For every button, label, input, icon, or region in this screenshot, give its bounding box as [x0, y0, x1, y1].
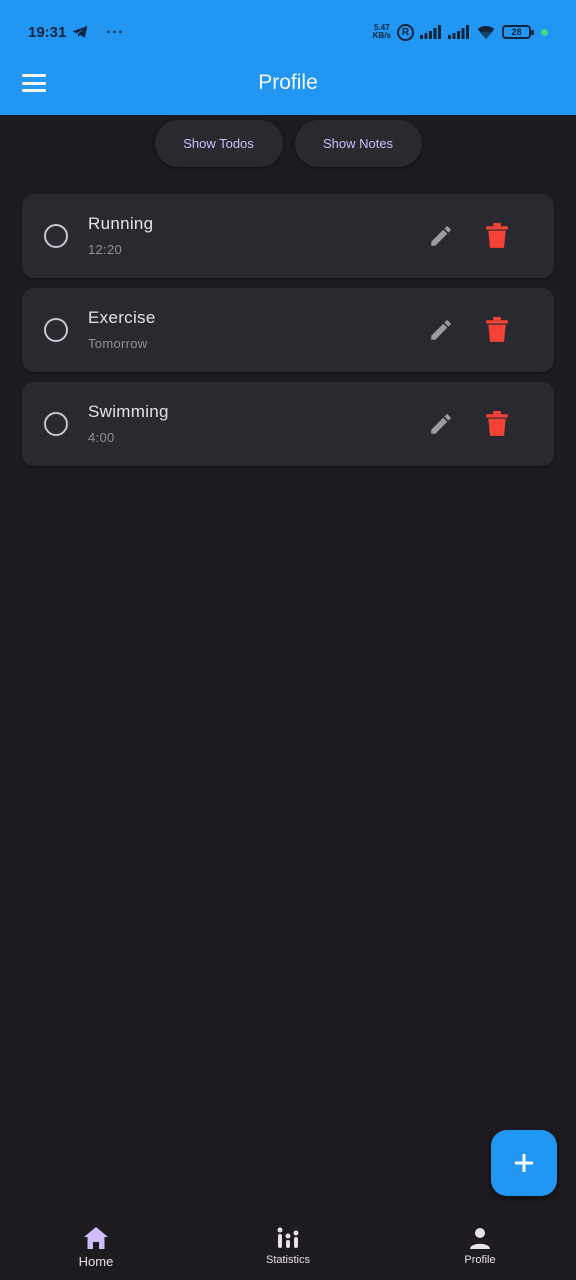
delete-icon[interactable] — [486, 411, 508, 437]
delete-icon[interactable] — [486, 317, 508, 343]
filter-row: Show Todos Show Notes — [0, 120, 576, 167]
nav-statistics[interactable]: Statistics — [192, 1210, 384, 1280]
statistics-icon — [277, 1227, 299, 1248]
edit-icon[interactable] — [428, 411, 454, 437]
edit-icon[interactable] — [428, 317, 454, 343]
todo-title: Swimming — [88, 402, 169, 421]
add-todo-button[interactable] — [491, 1130, 557, 1196]
menu-button[interactable] — [22, 72, 46, 94]
app-bar: Profile — [0, 52, 576, 114]
page-title: Profile — [258, 71, 318, 94]
todo-subtitle: 12:20 — [88, 242, 123, 257]
show-todos-button[interactable]: Show Todos — [154, 120, 283, 167]
plus-icon — [515, 1154, 533, 1172]
todo-item[interactable]: Exercise Tomorrow — [22, 288, 554, 372]
todo-subtitle: Tomorrow — [88, 336, 148, 351]
nav-statistics-label: Statistics — [265, 1254, 310, 1266]
nav-profile[interactable]: Profile — [384, 1210, 576, 1280]
privacy-indicator — [541, 28, 548, 36]
status-time: 19:31 — [28, 23, 67, 41]
delete-icon[interactable] — [486, 223, 508, 249]
signal-icon — [420, 25, 441, 39]
telegram-icon — [73, 26, 88, 38]
nav-home[interactable]: Home — [0, 1210, 192, 1280]
home-icon — [84, 1227, 108, 1249]
registered-icon: R — [397, 23, 414, 41]
todo-title: Running — [88, 214, 154, 233]
wifi-icon — [477, 25, 495, 39]
nav-profile-label: Profile — [464, 1254, 496, 1266]
person-icon — [470, 1228, 490, 1249]
network-speed-unit: KB/s — [372, 31, 391, 40]
signal-icon-2 — [448, 25, 469, 39]
status-more: ··· — [106, 23, 125, 41]
menu-icon-line — [22, 89, 46, 92]
todo-list: Running 12:20 Exercise Tomorrow Swimming… — [22, 194, 554, 476]
todo-item[interactable]: Swimming 4:00 — [22, 382, 554, 466]
complete-radio[interactable] — [44, 318, 68, 342]
edit-icon[interactable] — [428, 223, 454, 249]
complete-radio[interactable] — [44, 224, 68, 248]
show-notes-button[interactable]: Show Notes — [294, 120, 422, 167]
battery-icon: 28 — [502, 25, 534, 39]
todo-title: Exercise — [88, 308, 156, 327]
status-left: 19:31 ··· — [28, 24, 124, 41]
todo-item[interactable]: Running 12:20 — [22, 194, 554, 278]
menu-icon-line — [22, 81, 46, 85]
status-right: 5.47 KB/s R 28 — [373, 23, 548, 41]
bottom-nav: Home Statistics Profile — [0, 1210, 576, 1280]
complete-radio[interactable] — [44, 412, 68, 436]
network-speed: 5.47 KB/s — [373, 24, 391, 40]
todo-subtitle: 4:00 — [88, 430, 115, 445]
menu-icon — [22, 74, 46, 77]
nav-home-label: Home — [78, 1254, 114, 1269]
